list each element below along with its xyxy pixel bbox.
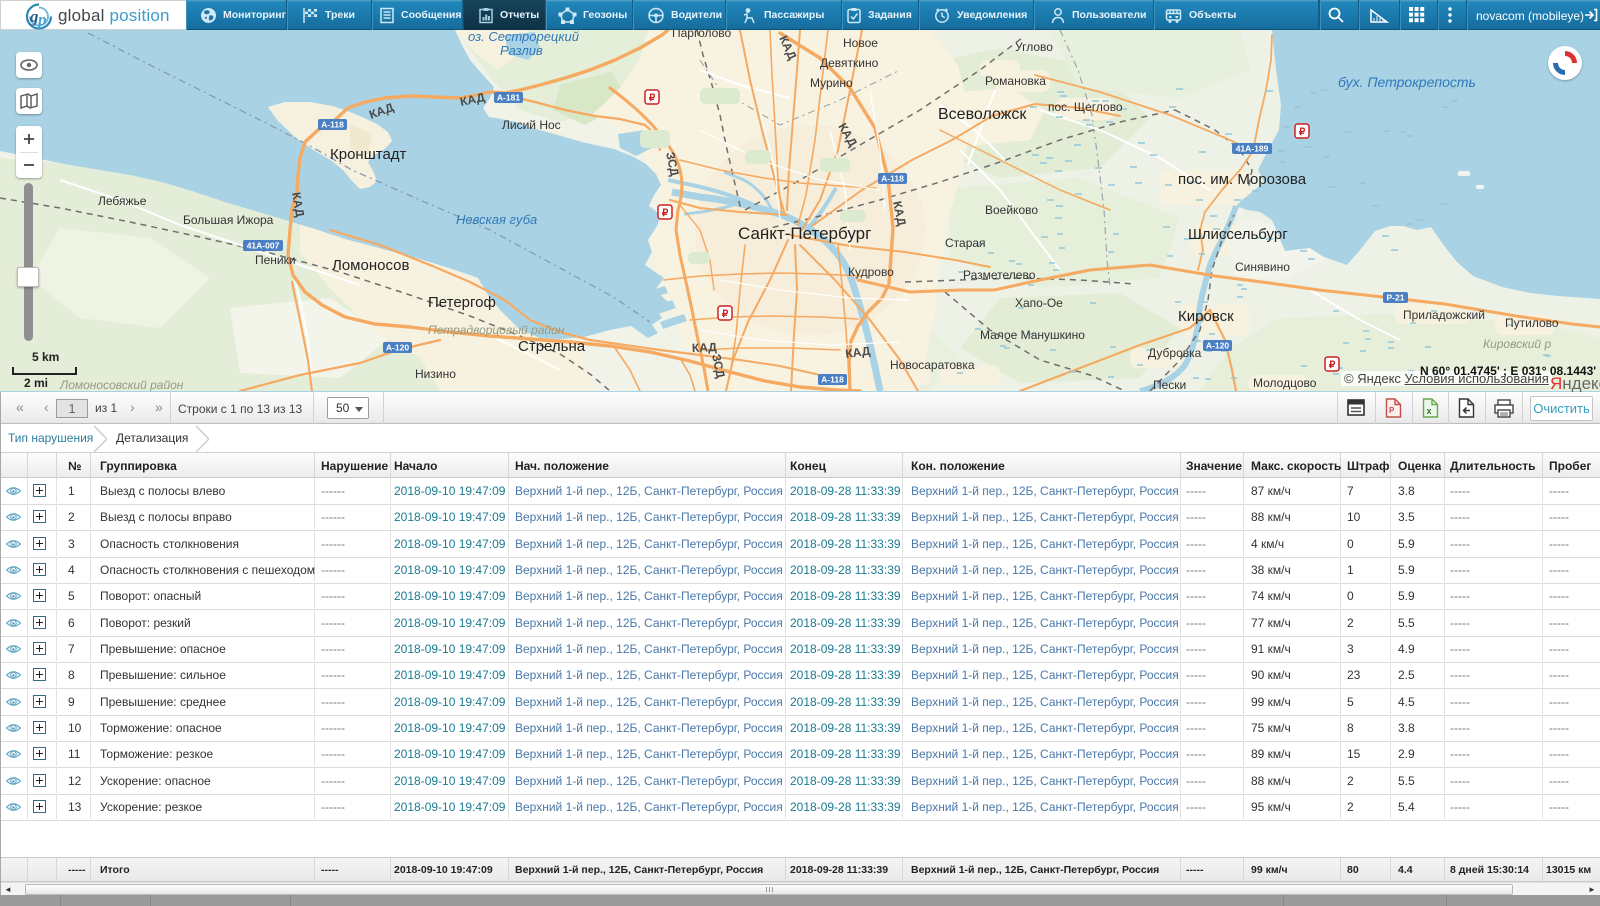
svg-text:пос. им. Морозова: пос. им. Морозова [1178, 171, 1307, 188]
svg-text:бух. Петрокрепость: бух. Петрокрепость [1338, 74, 1476, 90]
svg-text:Парголово: Парголово [672, 30, 732, 40]
svg-text:Романовка: Романовка [985, 74, 1046, 88]
svg-text:Разлив: Разлив [500, 43, 543, 58]
svg-text:Пески: Пески [1153, 378, 1186, 391]
svg-text:Малое Манушкино: Малое Манушкино [980, 328, 1085, 342]
svg-text:КАД: КАД [692, 340, 718, 355]
svg-text:Молодцово: Молодцово [1253, 376, 1317, 390]
svg-text:Невская губа: Невская губа [456, 212, 537, 227]
svg-text:41А-007: 41А-007 [247, 241, 280, 251]
svg-text:Кировск: Кировск [1178, 308, 1234, 325]
svg-text:p: p [36, 10, 47, 29]
svg-text:Новое: Новое [843, 36, 878, 50]
svg-text:Дубровка: Дубровка [1148, 346, 1202, 360]
svg-text:Синявино: Синявино [1235, 260, 1290, 274]
svg-text:Кронштадт: Кронштадт [330, 146, 407, 163]
svg-text:пос. Щеглово: пос. Щеглово [1048, 100, 1123, 114]
svg-text:Санкт-Петербург: Санкт-Петербург [738, 224, 871, 243]
svg-text:А-118: А-118 [881, 174, 904, 184]
svg-text:Петрадворцовый район: Петрадворцовый район [428, 323, 565, 337]
svg-text:₽: ₽ [1299, 127, 1306, 138]
svg-text:А-118: А-118 [321, 120, 344, 130]
svg-text:Всеволожск: Всеволожск [938, 106, 1027, 123]
svg-text:₽: ₽ [662, 208, 669, 219]
svg-text:₽: ₽ [1329, 360, 1336, 371]
svg-text:₽: ₽ [649, 93, 656, 104]
svg-text:Воейково: Воейково [985, 203, 1038, 217]
svg-text:Р-21: Р-21 [1387, 293, 1405, 303]
svg-text:Стрельна: Стрельна [518, 338, 586, 355]
svg-text:Хапо-Ое: Хапо-Ое [1015, 296, 1063, 310]
svg-text:Ломоносов: Ломоносов [332, 257, 409, 274]
svg-text:Лисий Нос: Лисий Нос [502, 118, 561, 132]
svg-text:Старая: Старая [945, 236, 986, 250]
svg-text:А-118: А-118 [821, 375, 844, 385]
svg-text:Большая Ижора: Большая Ижора [183, 213, 274, 227]
svg-text:А-120: А-120 [386, 343, 409, 353]
svg-text:Кудрово: Кудрово [848, 265, 894, 279]
svg-text:Разметелево: Разметелево [963, 268, 1036, 282]
svg-text:оз. Сестрорецкий: оз. Сестрорецкий [468, 30, 579, 44]
svg-text:Девяткино: Девяткино [820, 56, 879, 70]
svg-text:Низино: Низино [415, 367, 456, 381]
svg-text:Лебяжье: Лебяжье [98, 194, 147, 208]
svg-text:Путилово: Путилово [1505, 316, 1559, 330]
svg-text:Углово: Углово [1015, 40, 1053, 54]
svg-text:Мурино: Мурино [810, 76, 853, 90]
svg-text:Пеники: Пеники [255, 253, 296, 267]
svg-text:41А-189: 41А-189 [1236, 144, 1269, 154]
svg-text:А-120: А-120 [1206, 341, 1229, 351]
svg-text:Приладожский: Приладожский [1403, 308, 1485, 322]
svg-text:₽: ₽ [722, 309, 729, 320]
svg-text:А-181: А-181 [497, 93, 520, 103]
svg-text:Петергоф: Петергоф [428, 294, 496, 311]
svg-text:Кировский р: Кировский р [1483, 337, 1551, 351]
svg-text:Шлиссельбург: Шлиссельбург [1188, 226, 1288, 243]
svg-text:P: P [1389, 406, 1395, 415]
svg-text:x: x [1427, 406, 1432, 416]
svg-text:Новосаратовка: Новосаратовка [890, 358, 975, 372]
